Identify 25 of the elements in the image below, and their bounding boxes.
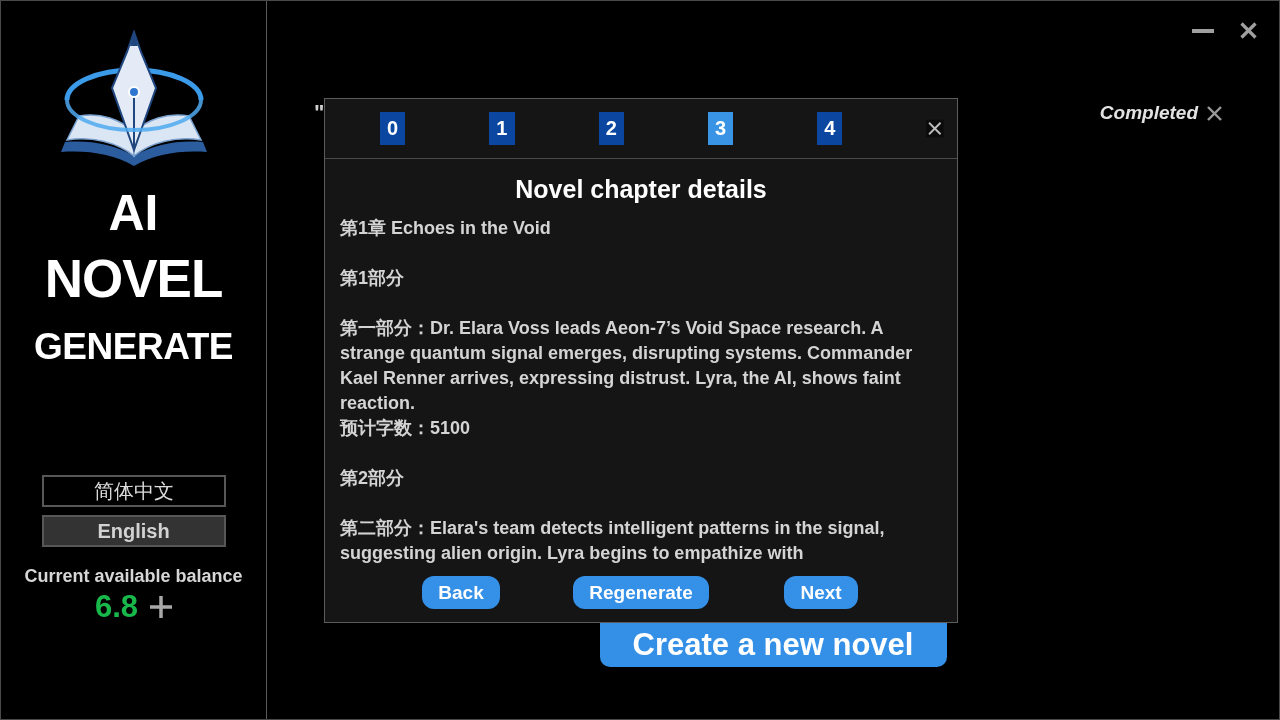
part-summary: 第二部分：Elara's team detects intelligent patterns in the signal, suggesting alien origin. Lyra begins to empathize with: [340, 517, 886, 565]
app-title: AI: [108, 184, 159, 243]
language-option[interactable]: English: [41, 515, 226, 547]
balance-amount: 6.8: [94, 590, 139, 624]
part-heading: 第1部分: [340, 267, 405, 290]
part-summary: 第一部分：Dr. Elara Voss leads Aeon-7’s Void Space research. A strange quantum signal emerges, disrupting systems. Commander Kael Renner arrives, expressing distrust. Lyra, the AI, shows faint reaction.: [340, 317, 914, 415]
language-option[interactable]: 简体中文: [41, 475, 226, 507]
word-count: 预计字数：5100: [340, 417, 472, 440]
app-title: NOVEL: [44, 249, 223, 309]
page-tab[interactable]: 2: [598, 112, 624, 145]
close-icon[interactable]: [1207, 105, 1222, 121]
add-icon[interactable]: [150, 596, 173, 618]
app-title: GENERATE: [34, 325, 233, 369]
page-tab[interactable]: 1: [489, 112, 515, 145]
close-icon[interactable]: [1240, 22, 1257, 39]
part-heading: 第2部分: [340, 467, 405, 490]
balance-label: Current available balance: [24, 565, 243, 588]
covered-text: ": [314, 101, 325, 125]
close-icon[interactable]: [926, 117, 944, 140]
chapter-heading: 第1章 Echoes in the Void: [340, 217, 552, 240]
minimize-icon[interactable]: [1192, 28, 1214, 33]
page-tab[interactable]: 4: [817, 112, 843, 145]
dialog-title: Novel chapter details: [514, 174, 768, 204]
page-tab[interactable]: 0: [380, 112, 406, 145]
status-label: Completed: [1099, 101, 1198, 125]
